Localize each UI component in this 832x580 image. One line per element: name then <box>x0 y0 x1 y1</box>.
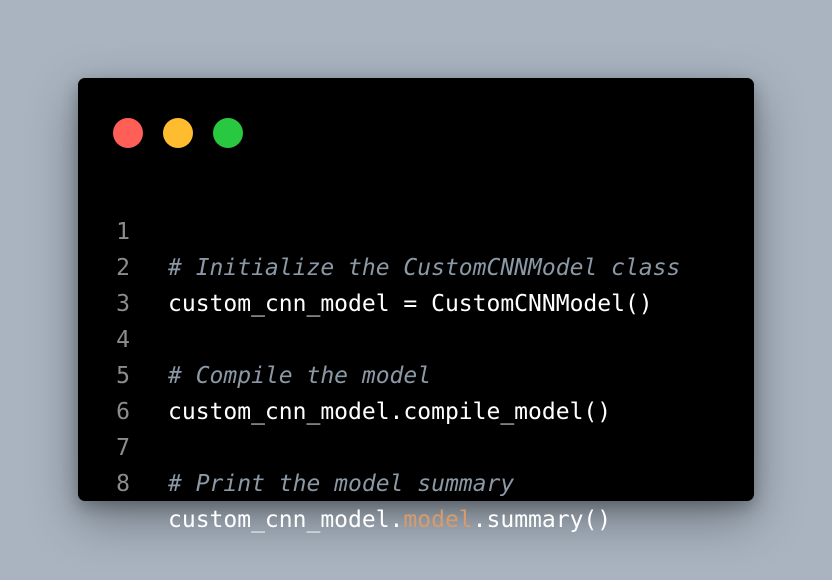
code-line: 1 # Initialize the CustomCNNModel class <box>78 178 754 281</box>
minimize-window-icon[interactable] <box>163 118 193 148</box>
code-line: 7 # Print the model summary <box>78 394 754 497</box>
code-window: 1 # Initialize the CustomCNNModel class … <box>78 78 754 533</box>
code-statement: custom_cnn_model.model.summary() <box>168 502 611 538</box>
maximize-window-icon[interactable] <box>213 118 243 148</box>
code-line: 4 # Compile the model <box>78 286 754 389</box>
window-controls <box>113 118 243 148</box>
code-line: 2 custom_cnn_model = CustomCNNModel() <box>78 214 754 317</box>
code-line: 5 custom_cnn_model.compile_model() <box>78 322 754 425</box>
code-line: 8 custom_cnn_model.model.summary() <box>78 430 754 533</box>
code-attribute: model <box>403 507 473 533</box>
code-block: 1 # Initialize the CustomCNNModel class … <box>78 178 754 533</box>
close-window-icon[interactable] <box>113 118 143 148</box>
code-line: 3 <box>78 250 754 317</box>
code-line: 6 <box>78 358 754 425</box>
code-method-call: .summary() <box>472 507 612 533</box>
code-object: custom_cnn_model. <box>168 507 404 533</box>
code-comment: # Print the model summary <box>168 471 515 497</box>
line-number: 8 <box>116 471 130 497</box>
